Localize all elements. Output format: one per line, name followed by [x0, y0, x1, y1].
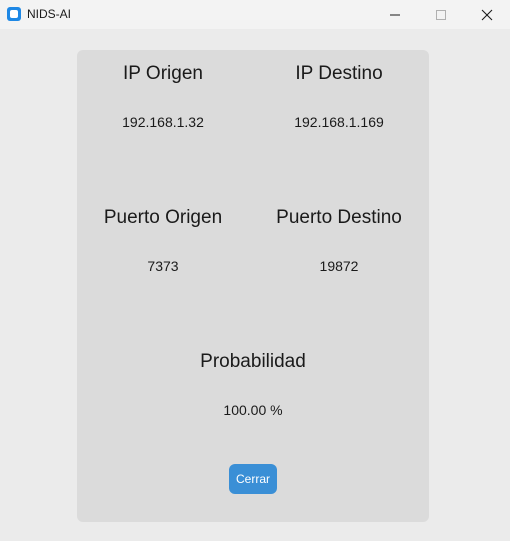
ip-origen-value: 192.168.1.32	[122, 114, 204, 130]
probabilidad-label: Probabilidad	[200, 351, 306, 372]
close-window-button[interactable]	[464, 0, 510, 29]
puerto-destino-label: Puerto Destino	[276, 207, 402, 228]
ip-destino-label: IP Destino	[295, 63, 383, 84]
close-icon	[481, 9, 493, 20]
maximize-button[interactable]	[418, 0, 464, 29]
puerto-origen-value: 7373	[147, 258, 179, 274]
minimize-button[interactable]	[372, 0, 418, 29]
puerto-destino-value: 19872	[319, 258, 359, 274]
app-icon	[7, 7, 21, 21]
minimize-icon	[390, 14, 400, 15]
ip-origen-label: IP Origen	[123, 63, 203, 84]
window-title: NIDS-AI	[27, 7, 72, 21]
puerto-origen-label: Puerto Origen	[103, 207, 223, 228]
cerrar-button[interactable]: Cerrar	[229, 464, 277, 494]
probabilidad-value: 100.00 %	[223, 402, 283, 418]
ip-destino-value: 192.168.1.169	[294, 114, 384, 130]
maximize-icon	[436, 9, 446, 20]
title-bar: NIDS-AI	[0, 0, 510, 29]
